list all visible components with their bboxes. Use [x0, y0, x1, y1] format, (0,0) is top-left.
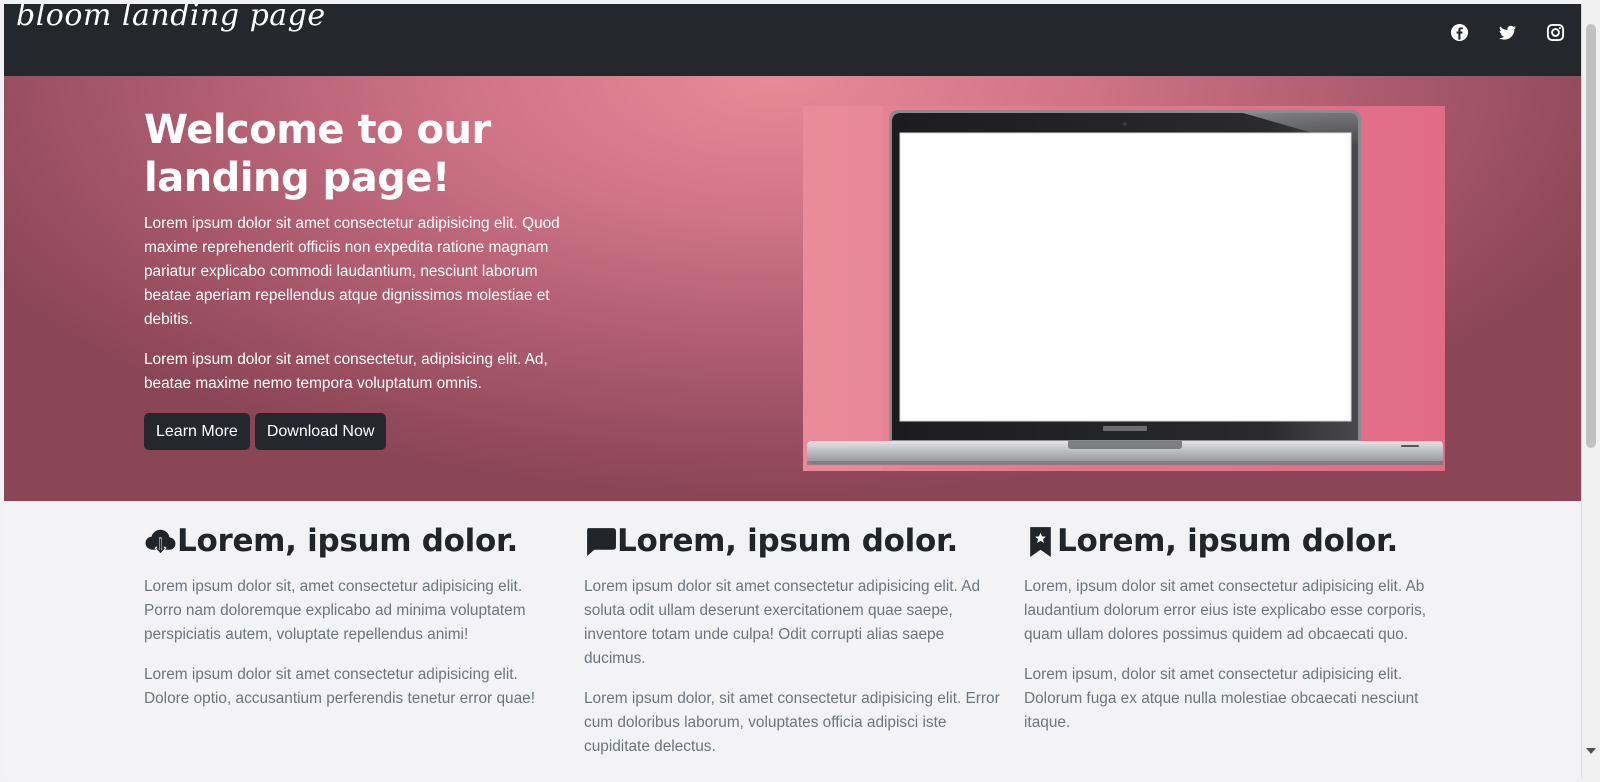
feature-paragraph: Lorem ipsum dolor sit amet consectetur a… [144, 666, 535, 707]
cloud-download-icon [145, 529, 176, 555]
navbar: bloom landing page [4, 4, 1581, 76]
learn-more-button[interactable]: Learn More [144, 413, 250, 450]
laptop-illustration [803, 106, 1443, 471]
features-section: Lorem, ipsum dolor. Lorem ipsum dolor si… [4, 501, 1581, 778]
hero-buttons: Learn More Download Now [144, 413, 564, 450]
feature-title: Lorem, ipsum dolor. [1057, 523, 1399, 559]
feature-card: Lorem, ipsum dolor. Lorem ipsum dolor si… [144, 523, 562, 711]
brand-logo[interactable]: bloom landing page [16, 4, 326, 33]
feature-paragraph: Lorem ipsum dolor sit, amet consectetur … [144, 578, 526, 643]
download-now-button[interactable]: Download Now [254, 413, 387, 450]
feature-heading: Lorem, ipsum dolor. [1024, 523, 1442, 559]
feature-heading: Lorem, ipsum dolor. [584, 523, 1002, 559]
feature-title: Lorem, ipsum dolor. [617, 523, 959, 559]
feature-card: Lorem, ipsum dolor. Lorem, ipsum dolor s… [1024, 523, 1442, 735]
instagram-icon [1546, 23, 1564, 41]
hero-text: Welcome to our landing page! Lorem ipsum… [144, 106, 564, 450]
instagram-link[interactable] [1545, 22, 1565, 42]
hero-paragraph: Lorem ipsum dolor sit amet consectetur, … [144, 351, 548, 392]
feature-paragraph: Lorem ipsum, dolor sit amet consectetur … [1024, 666, 1419, 731]
scrollbar-thumb[interactable] [1586, 24, 1596, 448]
social-links [1449, 22, 1565, 42]
hero-section: Welcome to our landing page! Lorem ipsum… [4, 76, 1581, 501]
scroll-down-arrow-icon[interactable] [1586, 748, 1596, 754]
chat-icon [587, 527, 616, 556]
twitter-link[interactable] [1497, 22, 1517, 42]
twitter-icon [1498, 25, 1516, 40]
vertical-scrollbar[interactable] [1582, 0, 1600, 782]
facebook-link[interactable] [1449, 22, 1469, 42]
page: bloom landing page Welcome to our landin… [4, 4, 1582, 778]
feature-paragraph: Lorem ipsum dolor sit amet consectetur a… [584, 578, 981, 667]
hero-title: Welcome to our landing page! [144, 107, 491, 201]
laptop-image [803, 106, 1445, 471]
bookmark-star-icon [1030, 526, 1051, 557]
feature-heading: Lorem, ipsum dolor. [144, 523, 562, 559]
hero-paragraph: Lorem ipsum dolor sit amet consectetur a… [144, 215, 560, 328]
feature-paragraph: Lorem ipsum dolor, sit amet consectetur … [584, 690, 1000, 755]
facebook-icon [1450, 23, 1468, 41]
feature-title: Lorem, ipsum dolor. [177, 523, 519, 559]
feature-paragraph: Lorem, ipsum dolor sit amet consectetur … [1024, 578, 1427, 643]
feature-card: Lorem, ipsum dolor. Lorem ipsum dolor si… [584, 523, 1002, 759]
